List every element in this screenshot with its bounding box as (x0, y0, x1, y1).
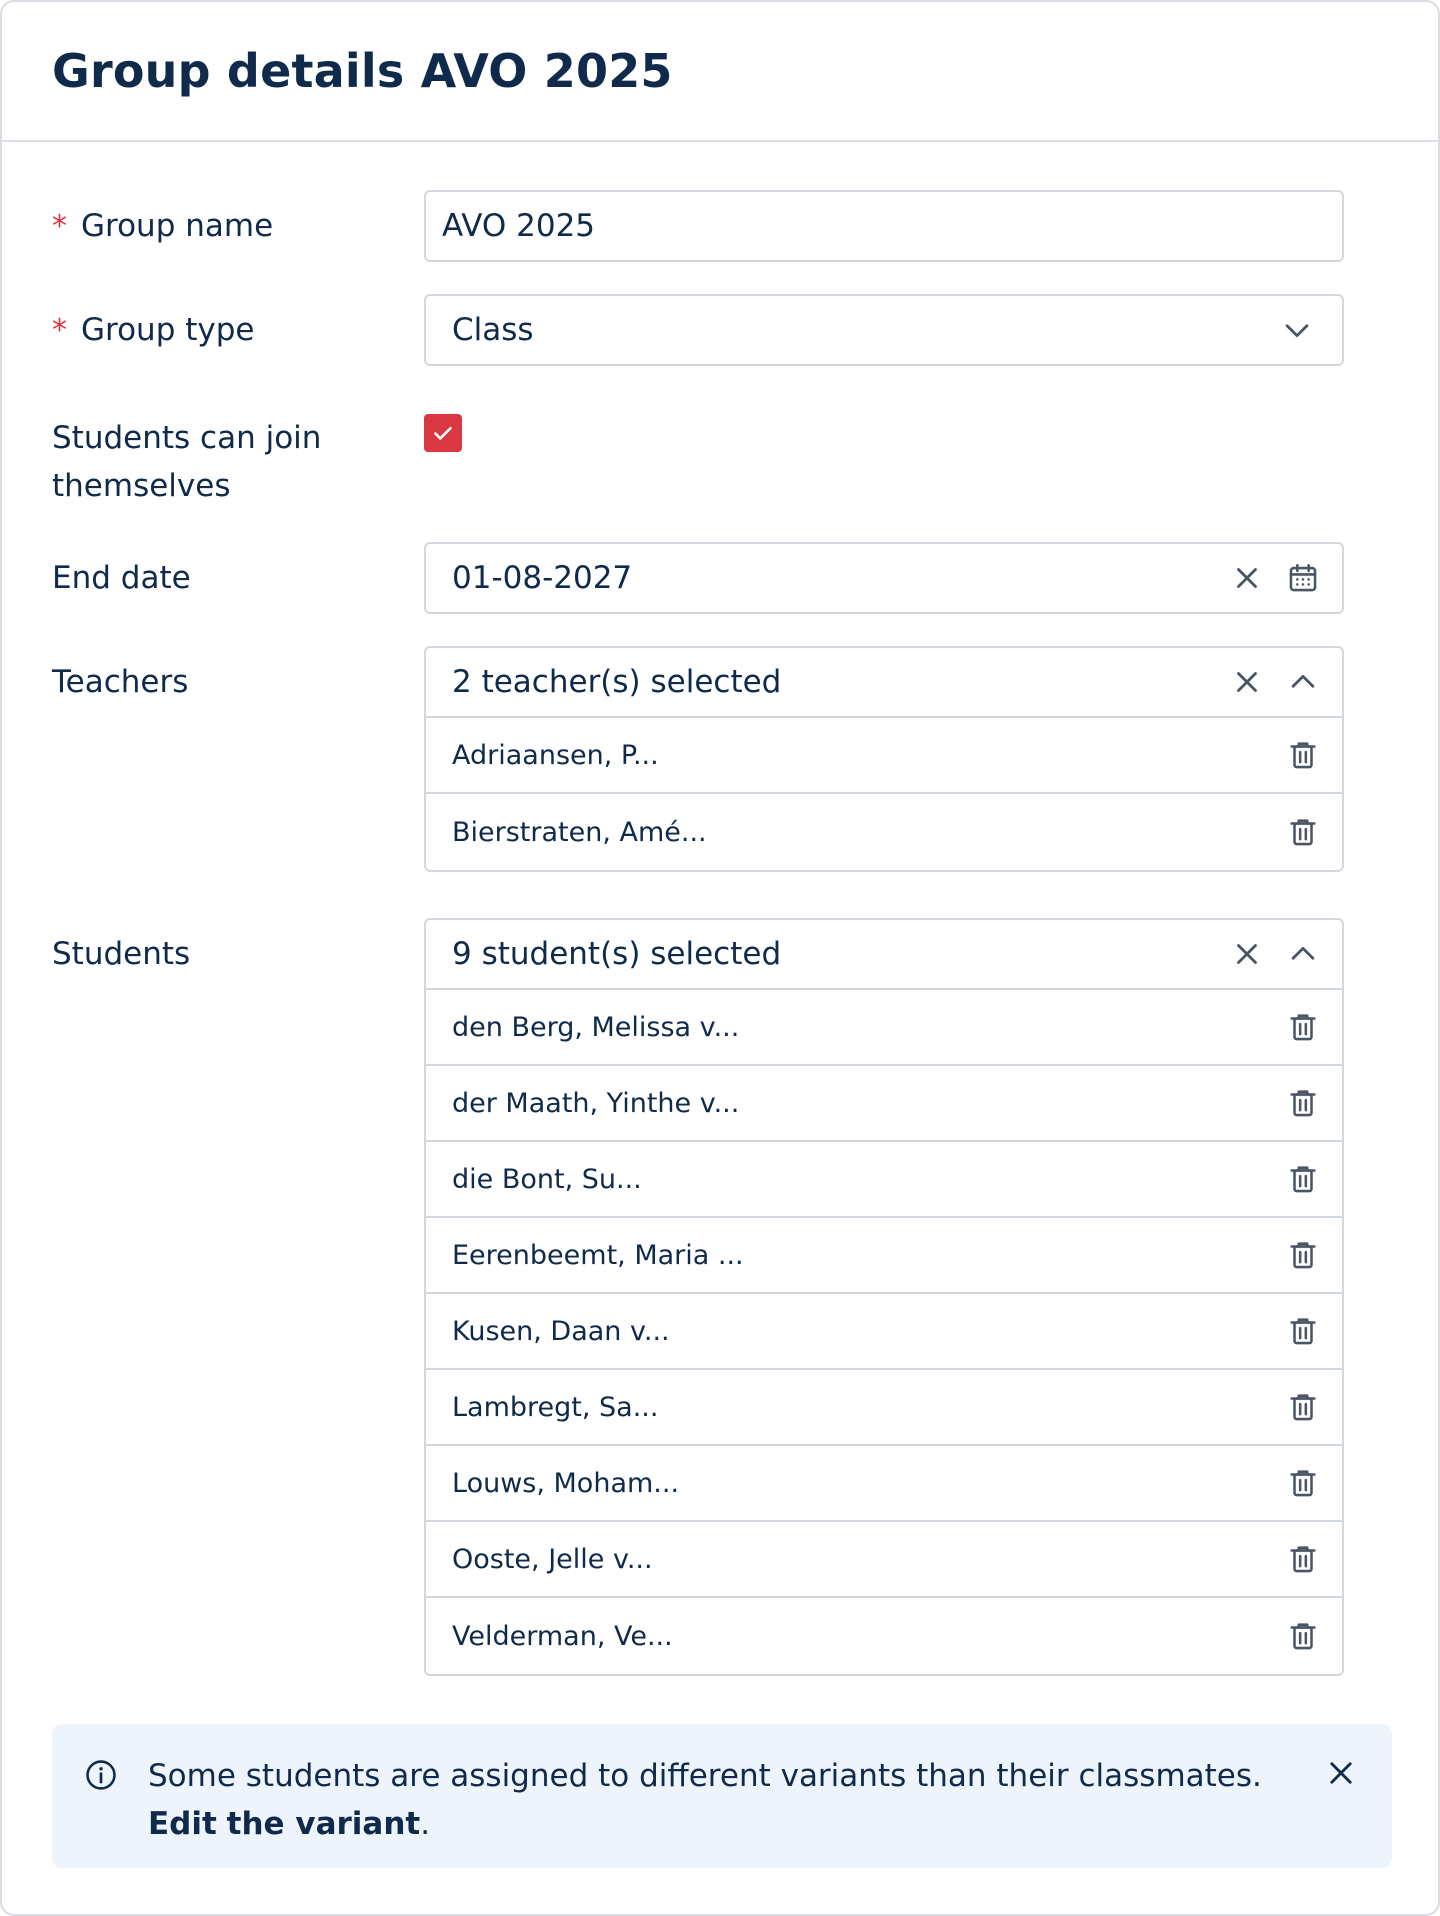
info-alert: Some students are assigned to different … (52, 1724, 1392, 1868)
student-item: die Bont, Su... (426, 1142, 1342, 1218)
student-item-label: Lambregt, Sa... (452, 1391, 659, 1423)
self-join-label: Students can join themselves (52, 420, 322, 504)
teacher-item: Bierstraten, Amé... (426, 794, 1342, 870)
students-select-header[interactable]: 9 student(s) selected (426, 920, 1342, 990)
student-item: Kusen, Daan v... (426, 1294, 1342, 1370)
student-item-label: den Berg, Melissa v... (452, 1011, 740, 1043)
trash-icon[interactable] (1286, 1314, 1320, 1348)
group-name-label: * Group name (52, 208, 274, 244)
student-item: den Berg, Melissa v... (426, 990, 1342, 1066)
teacher-item: Adriaansen, P... (426, 718, 1342, 794)
trash-icon[interactable] (1286, 1466, 1320, 1500)
student-item-label: Eerenbeemt, Maria ... (452, 1239, 744, 1271)
group-type-label: * Group type (52, 312, 255, 348)
clear-date-icon[interactable] (1230, 561, 1264, 595)
end-date-picker[interactable]: 01-08-2027 (424, 542, 1344, 614)
student-item-label: Velderman, Ve... (452, 1620, 673, 1652)
clear-icon[interactable] (1230, 665, 1264, 699)
edit-variant-link[interactable]: the variant (227, 1806, 421, 1842)
teachers-label: Teachers (52, 664, 189, 700)
student-item: Velderman, Ve... (426, 1598, 1342, 1674)
chevron-up-icon[interactable] (1286, 937, 1320, 971)
trash-icon[interactable] (1286, 1238, 1320, 1272)
trash-icon[interactable] (1286, 1086, 1320, 1120)
info-icon (84, 1758, 118, 1792)
teachers-select-header[interactable]: 2 teacher(s) selected (426, 648, 1342, 718)
student-item: der Maath, Yinthe v... (426, 1066, 1342, 1142)
edit-variant-link-start[interactable]: Edit (148, 1806, 217, 1842)
student-item: Eerenbeemt, Maria ... (426, 1218, 1342, 1294)
trash-icon[interactable] (1286, 1010, 1320, 1044)
group-type-select[interactable]: Class (424, 294, 1344, 366)
student-item: Louws, Moham... (426, 1446, 1342, 1522)
student-item-label: die Bont, Su... (452, 1163, 642, 1195)
student-item-label: Ooste, Jelle v... (452, 1543, 653, 1575)
trash-icon[interactable] (1286, 1619, 1320, 1653)
student-item: Lambregt, Sa... (426, 1370, 1342, 1446)
trash-icon[interactable] (1286, 1390, 1320, 1424)
student-item-label: Louws, Moham... (452, 1467, 680, 1499)
students-label: Students (52, 936, 191, 972)
card-header: Group details AVO 2025 (2, 2, 1438, 142)
trash-icon[interactable] (1286, 815, 1320, 849)
teacher-item-label: Adriaansen, P... (452, 739, 659, 771)
self-join-checkbox[interactable] (424, 414, 462, 452)
chevron-up-icon[interactable] (1286, 665, 1320, 699)
group-name-input[interactable]: AVO 2025 (424, 190, 1344, 262)
trash-icon[interactable] (1286, 1162, 1320, 1196)
teachers-multiselect: 2 teacher(s) selected Adriaansen, P... Bi… (424, 646, 1344, 872)
clear-icon[interactable] (1230, 937, 1264, 971)
chevron-down-icon (1280, 313, 1314, 347)
student-item-label: der Maath, Yinthe v... (452, 1087, 740, 1119)
calendar-icon[interactable] (1286, 561, 1320, 595)
trash-icon[interactable] (1286, 1542, 1320, 1576)
teacher-list: Adriaansen, P... Bierstraten, Amé... (426, 718, 1342, 870)
teacher-item-label: Bierstraten, Amé... (452, 816, 707, 848)
alert-message: Some students are assigned to different … (148, 1758, 1262, 1794)
students-multiselect: 9 student(s) selected den Berg, Melissa … (424, 918, 1344, 1676)
page-title: Group details AVO 2025 (52, 44, 673, 98)
required-marker: * (52, 313, 67, 348)
group-details-card: Group details AVO 2025 * Group name AVO 2… (0, 0, 1440, 1916)
end-date-label: End date (52, 560, 191, 596)
trash-icon[interactable] (1286, 738, 1320, 772)
close-icon[interactable] (1324, 1756, 1358, 1790)
student-item: Ooste, Jelle v... (426, 1522, 1342, 1598)
required-marker: * (52, 209, 67, 244)
student-item-label: Kusen, Daan v... (452, 1315, 670, 1347)
checkmark-icon (434, 426, 452, 440)
student-list: den Berg, Melissa v... der Maath, Yinthe … (426, 990, 1342, 1674)
